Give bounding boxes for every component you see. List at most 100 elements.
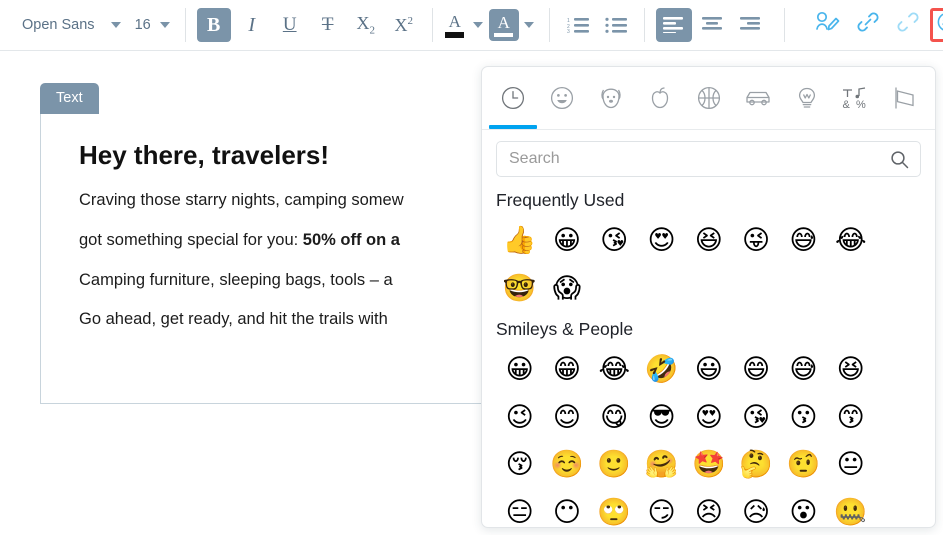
emoji-smiley-icon (936, 11, 943, 39)
search-icon[interactable] (890, 150, 909, 174)
emoji-category-frequently-used[interactable] (488, 67, 537, 129)
lightbulb-icon (794, 85, 820, 111)
emoji-cell[interactable]: 😂 (827, 217, 874, 265)
font-color-chevron-down-icon[interactable] (472, 22, 483, 28)
emoji-cell[interactable]: 🤐 (827, 489, 874, 528)
emoji-cell[interactable]: 😉 (496, 394, 543, 442)
font-family-chevron-down-icon[interactable] (110, 22, 121, 28)
emoji-category-travel-places[interactable] (733, 67, 782, 129)
emoji-category-symbols[interactable]: & % (831, 67, 880, 129)
emoji-cell[interactable]: 😗 (780, 394, 827, 442)
emoji-cell[interactable]: 😍 (638, 217, 685, 265)
highlight-color-letter: A (497, 12, 510, 32)
emoji-cell[interactable]: 😀 (496, 346, 543, 394)
document-tab-text[interactable]: Text (40, 83, 99, 114)
emoji-cell[interactable]: 😣 (685, 489, 732, 528)
emoji-cell[interactable]: 😘 (732, 394, 779, 442)
emoji-cell[interactable]: 🤣 (638, 346, 685, 394)
emoji-search-input[interactable] (497, 142, 920, 176)
emoji-cell[interactable]: 😋 (591, 394, 638, 442)
insert-emoji-button[interactable] (929, 8, 943, 42)
emoji-category-smileys-people[interactable] (537, 67, 586, 129)
emoji-cell[interactable]: 😅 (780, 217, 827, 265)
highlight-color-button[interactable]: A (488, 9, 519, 41)
document-card[interactable]: Hey there, travelers! Craving those star… (40, 114, 498, 404)
emoji-cell[interactable]: 😅 (780, 346, 827, 394)
font-color-button[interactable]: A (442, 10, 468, 40)
document-paragraph: Craving those starry nights, camping som… (79, 191, 404, 209)
signature-icon (815, 10, 841, 40)
subscript-button[interactable]: X2 (349, 8, 383, 42)
emoji-cell[interactable]: 😑 (496, 489, 543, 528)
emoji-category-activity[interactable] (684, 67, 733, 129)
document-paragraph: got something special for you: 50% off o… (79, 231, 497, 251)
emoji-cell[interactable]: ☺️ (543, 441, 590, 489)
emoji-cell[interactable]: 😙 (827, 394, 874, 442)
highlight-color-chevron-down-icon[interactable] (523, 22, 534, 28)
emoji-cell[interactable]: 😘 (591, 217, 638, 265)
emoji-cell[interactable]: 😍 (685, 394, 732, 442)
align-center-button[interactable] (696, 8, 730, 42)
bold-button[interactable]: B (196, 8, 231, 42)
emoji-cell[interactable]: 😮 (780, 489, 827, 528)
subscript-label: X (356, 13, 370, 34)
emoji-cell[interactable]: 😐 (827, 441, 874, 489)
emoji-category-food-drink[interactable] (635, 67, 684, 129)
emoji-category-objects[interactable] (782, 67, 831, 129)
emoji-cell[interactable]: 😄 (732, 346, 779, 394)
font-family-dropdown[interactable]: Open Sans (8, 17, 101, 33)
emoji-cell[interactable]: 😃 (685, 346, 732, 394)
emoji-cell[interactable]: 😊 (543, 394, 590, 442)
superscript-label: X (394, 14, 408, 35)
emoji-grid-smileys-people: 😀😁😂🤣😃😄😅😆😉😊😋😎😍😘😗😙😚☺️🙂🤗🤩🤔🤨😐😑😶🙄😏😣😥😮🤐😯😪😫😴 (496, 346, 921, 528)
ordered-list-button[interactable]: 1 2 3 (561, 8, 595, 42)
emoji-cell[interactable]: 🙂 (591, 441, 638, 489)
align-right-button[interactable] (734, 8, 768, 42)
emoji-cell[interactable]: 🤓 (496, 265, 543, 313)
superscript-button[interactable]: X2 (387, 8, 421, 42)
signature-button[interactable] (810, 8, 846, 42)
emoji-cell[interactable]: 🙄 (591, 489, 638, 528)
emoji-cell[interactable]: 😆 (685, 217, 732, 265)
font-size-dropdown[interactable]: 16 (129, 17, 155, 33)
apple-icon (647, 85, 673, 111)
align-left-button[interactable] (655, 8, 692, 42)
emoji-cell[interactable]: 😜 (732, 217, 779, 265)
emoji-cell[interactable]: 👍 (496, 217, 543, 265)
emoji-cell[interactable]: 😱 (543, 265, 590, 313)
emoji-scroll-area[interactable]: Frequently Used 👍 😀 😘 😍 😆 😜 😅 😂 🤓 😱 Smileys & Peo… (482, 183, 935, 528)
emoji-cell[interactable]: 😶 (543, 489, 590, 528)
italic-button[interactable]: I (235, 8, 269, 42)
unordered-list-button[interactable] (599, 8, 633, 42)
emoji-cell[interactable]: 😎 (638, 394, 685, 442)
underline-button[interactable]: U (273, 8, 307, 42)
strikethrough-label: T (321, 14, 334, 35)
font-size-chevron-down-icon[interactable] (159, 22, 170, 28)
smiley-icon (549, 85, 575, 111)
toolbar-divider (643, 8, 645, 42)
emoji-category-flags[interactable] (880, 67, 929, 129)
emoji-cell[interactable]: 😥 (732, 489, 779, 528)
italic-label: I (248, 13, 256, 36)
emoji-cell[interactable]: 🤨 (780, 441, 827, 489)
strikethrough-button[interactable]: T (311, 8, 345, 42)
paragraph-bold-text: 50% off on a (302, 230, 400, 249)
emoji-cell[interactable]: 🤗 (638, 441, 685, 489)
emoji-cell[interactable]: 😏 (638, 489, 685, 528)
emoji-cell[interactable]: 😁 (543, 346, 590, 394)
clock-icon (500, 85, 526, 111)
emoji-picker-panel: & % Search Frequently Used 👍 😀 😘 😍 😆 😜 😅… (481, 66, 936, 528)
insert-link-button[interactable] (850, 8, 886, 42)
emoji-cell[interactable]: 😆 (827, 346, 874, 394)
emoji-search-row (482, 130, 935, 183)
emoji-cell[interactable]: 🤔 (732, 441, 779, 489)
emoji-search-box[interactable] (496, 141, 921, 177)
emoji-cell[interactable]: 😂 (591, 346, 638, 394)
svg-text:%: % (856, 99, 866, 111)
emoji-cell[interactable]: 😚 (496, 441, 543, 489)
emoji-category-animals-nature[interactable] (586, 67, 635, 129)
car-icon (744, 85, 772, 111)
remove-link-button[interactable] (890, 8, 926, 42)
emoji-cell[interactable]: 😀 (543, 217, 590, 265)
emoji-cell[interactable]: 🤩 (685, 441, 732, 489)
